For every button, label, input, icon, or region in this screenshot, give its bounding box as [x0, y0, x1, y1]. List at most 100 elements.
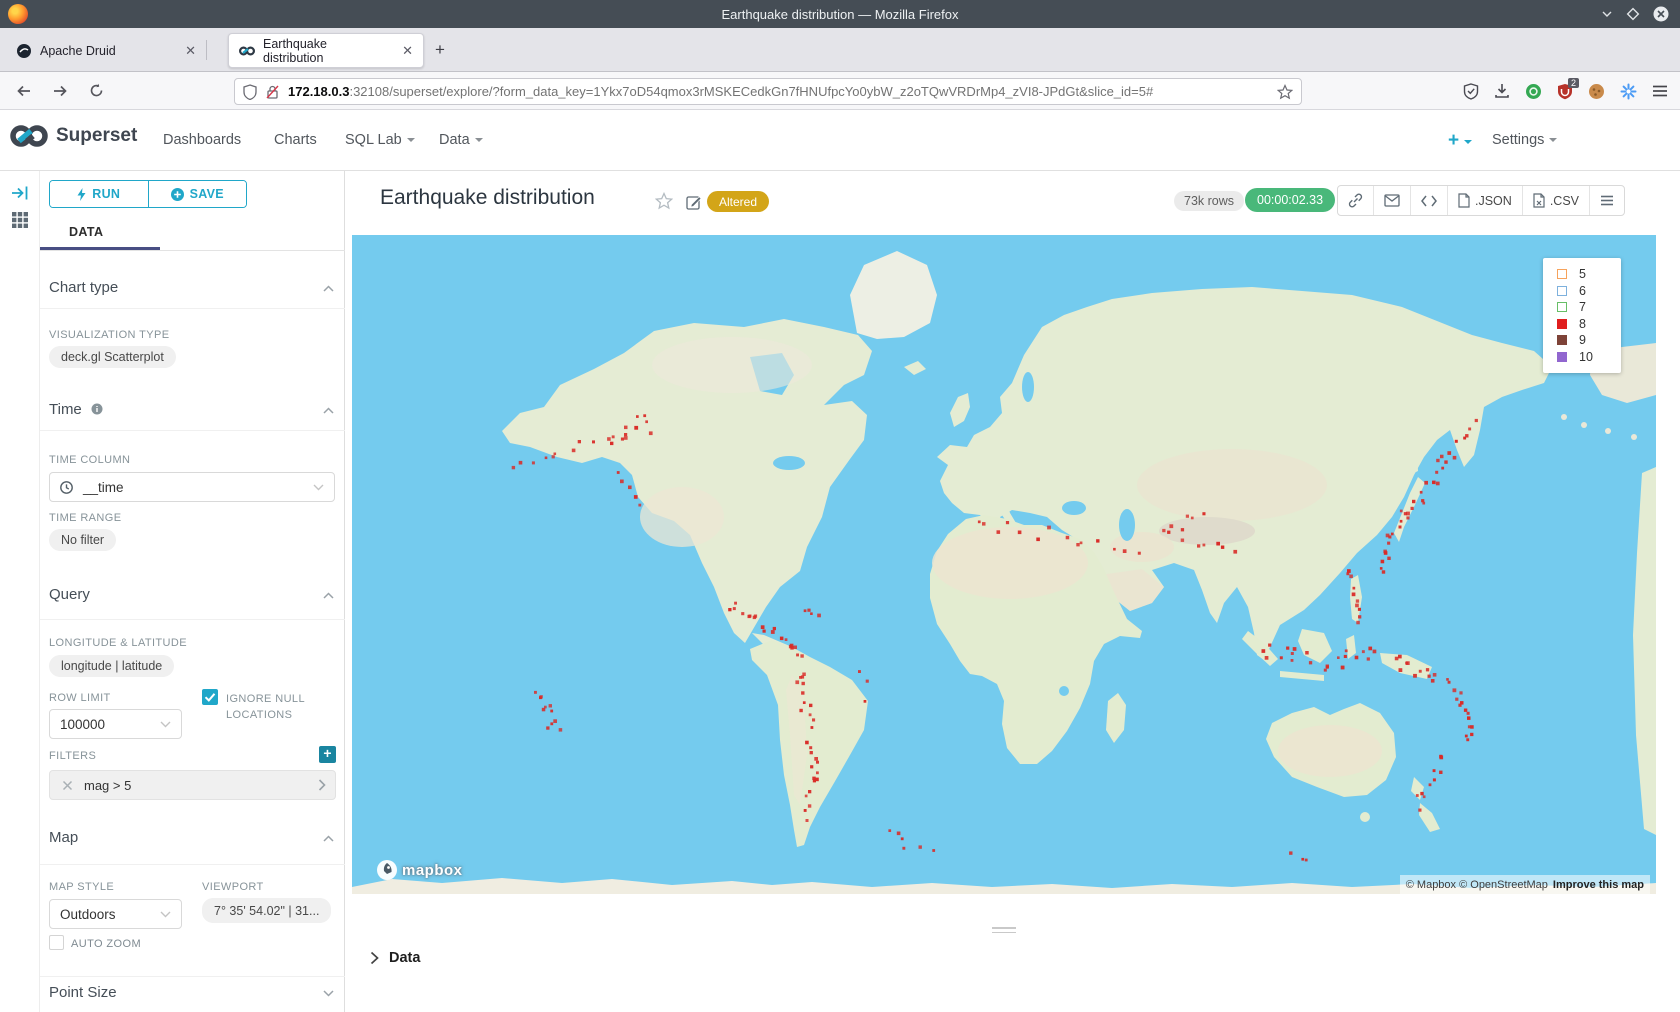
tab-close-icon[interactable]: ✕	[402, 43, 413, 59]
section-map[interactable]: Map	[49, 829, 78, 846]
chevron-right-icon[interactable]	[318, 779, 326, 791]
nav-data[interactable]: Data	[439, 132, 483, 148]
time-column-select[interactable]: __time	[49, 472, 335, 502]
world-map[interactable]	[352, 235, 1656, 894]
email-button[interactable]	[1373, 186, 1410, 215]
nav-plus-button[interactable]: +	[1448, 130, 1472, 152]
map-style-label: MAP STYLE	[49, 881, 114, 893]
auto-zoom-label: AUTO ZOOM	[71, 938, 141, 950]
chart-menu-button[interactable]	[1589, 186, 1624, 215]
map-style-value: Outdoors	[60, 907, 116, 922]
deckgl-map[interactable]: 5678910 mapbox © Mapbox © OpenStreetMap …	[352, 235, 1656, 894]
legend-entry[interactable]: 10	[1557, 349, 1621, 366]
ignore-null-checkbox[interactable]	[202, 689, 218, 705]
window-maximize-icon[interactable]	[1626, 7, 1640, 21]
clock-icon	[60, 481, 73, 494]
run-button[interactable]: RUN	[50, 181, 148, 207]
row-count-badge: 73k rows	[1174, 191, 1244, 211]
row-limit-select[interactable]: 100000	[49, 709, 182, 739]
section-divider	[40, 976, 345, 977]
url-path: :32108/superset/explore/?form_data_key=1…	[349, 84, 1153, 99]
attribution-text[interactable]: © Mapbox © OpenStreetMap	[1406, 879, 1548, 891]
auto-zoom-checkbox[interactable]	[49, 935, 64, 950]
legend-entry[interactable]: 7	[1557, 299, 1621, 316]
tab-apache-druid[interactable]: Apache Druid ✕	[6, 33, 206, 68]
forward-button[interactable]	[46, 77, 74, 105]
legend-label: 10	[1579, 350, 1593, 364]
protections-shield-icon[interactable]	[1463, 83, 1479, 100]
mapbox-logo[interactable]: mapbox	[376, 859, 463, 881]
tab-earthquake-distribution[interactable]: Earthquake distribution ✕	[228, 33, 424, 68]
edit-title-icon[interactable]	[686, 194, 702, 210]
chevron-up-icon[interactable]	[323, 835, 334, 842]
url-bar[interactable]: 172.18.0.3:32108/superset/explore/?form_…	[234, 78, 1302, 105]
cookie-icon[interactable]	[1588, 83, 1605, 100]
favorite-star-icon[interactable]	[655, 192, 673, 210]
export-json-button[interactable]: .JSON	[1447, 186, 1522, 215]
legend-entry[interactable]: 5	[1557, 266, 1621, 283]
viewport-value[interactable]: 7° 35' 54.02" | 31...	[202, 898, 331, 923]
chevron-down-icon[interactable]	[323, 990, 334, 997]
copy-link-button[interactable]	[1338, 186, 1373, 215]
dataset-grid-icon[interactable]	[11, 211, 29, 229]
export-csv-button[interactable]: .CSV	[1522, 186, 1589, 215]
chevron-up-icon[interactable]	[323, 407, 334, 414]
tab-close-icon[interactable]: ✕	[185, 43, 196, 59]
extension-blue-asterisk-icon[interactable]	[1620, 83, 1637, 100]
druid-favicon	[16, 43, 32, 59]
map-legend[interactable]: 5 678910	[1543, 258, 1621, 373]
data-panel-toggle[interactable]: Data	[370, 950, 420, 966]
altered-badge[interactable]: Altered	[707, 191, 769, 212]
improve-map-link[interactable]: Improve this map	[1553, 879, 1644, 891]
legend-entry[interactable]: 6	[1557, 283, 1621, 300]
section-time[interactable]: Time	[49, 401, 103, 418]
superset-favicon	[239, 46, 255, 56]
filters-label: FILTERS	[49, 750, 96, 762]
insecure-lock-icon[interactable]	[265, 84, 280, 100]
panel-resize-handle[interactable]	[992, 927, 1016, 934]
superset-brand[interactable]: Superset	[10, 124, 137, 148]
lonlat-value[interactable]: longitude | latitude	[49, 655, 174, 677]
new-tab-button[interactable]: +	[428, 38, 452, 62]
section-divider	[40, 430, 345, 431]
time-range-label: TIME RANGE	[49, 512, 121, 524]
legend-swatch	[1557, 335, 1567, 345]
nav-dashboards[interactable]: Dashboards	[163, 132, 241, 148]
tab-data[interactable]: DATA	[69, 225, 103, 239]
info-icon	[91, 403, 103, 415]
menu-hamburger-icon[interactable]	[1652, 84, 1668, 98]
chevron-down-icon	[1549, 138, 1557, 142]
remove-filter-icon[interactable]	[62, 780, 73, 791]
back-button[interactable]	[10, 77, 38, 105]
filter-chip[interactable]: mag > 5	[49, 770, 336, 800]
section-query[interactable]: Query	[49, 586, 90, 603]
chevron-up-icon[interactable]	[323, 285, 334, 292]
ublock-icon[interactable]: 2	[1557, 83, 1573, 100]
chevron-right-icon	[370, 951, 379, 965]
viz-type-value[interactable]: deck.gl Scatterplot	[49, 346, 176, 368]
save-button[interactable]: SAVE	[148, 181, 247, 207]
legend-entry[interactable]: 9	[1557, 332, 1621, 349]
tracking-shield-icon[interactable]	[243, 84, 257, 100]
time-range-value[interactable]: No filter	[49, 529, 116, 551]
embed-code-button[interactable]	[1410, 186, 1447, 215]
legend-entry[interactable]: 8	[1557, 316, 1621, 333]
section-chart-type[interactable]: Chart type	[49, 279, 118, 296]
window-minimize-icon[interactable]	[1600, 7, 1614, 21]
legend-label: 5	[1579, 267, 1586, 281]
section-point-size[interactable]: Point Size	[49, 984, 117, 1001]
nav-sql-lab[interactable]: SQL Lab	[345, 132, 415, 148]
checkmark-icon	[202, 689, 218, 705]
nav-settings[interactable]: Settings	[1492, 132, 1557, 148]
extension-green-icon[interactable]	[1525, 83, 1542, 100]
chevron-up-icon[interactable]	[323, 592, 334, 599]
url-text[interactable]: 172.18.0.3:32108/superset/explore/?form_…	[288, 84, 1277, 99]
map-style-select[interactable]: Outdoors	[49, 899, 182, 929]
download-icon[interactable]	[1494, 83, 1510, 99]
window-close-icon[interactable]	[1652, 5, 1670, 23]
bookmark-star-icon[interactable]	[1277, 84, 1293, 100]
add-filter-button[interactable]: +	[319, 746, 336, 763]
reload-button[interactable]	[82, 77, 110, 105]
collapse-panel-icon[interactable]	[11, 185, 29, 201]
nav-charts[interactable]: Charts	[274, 132, 317, 148]
